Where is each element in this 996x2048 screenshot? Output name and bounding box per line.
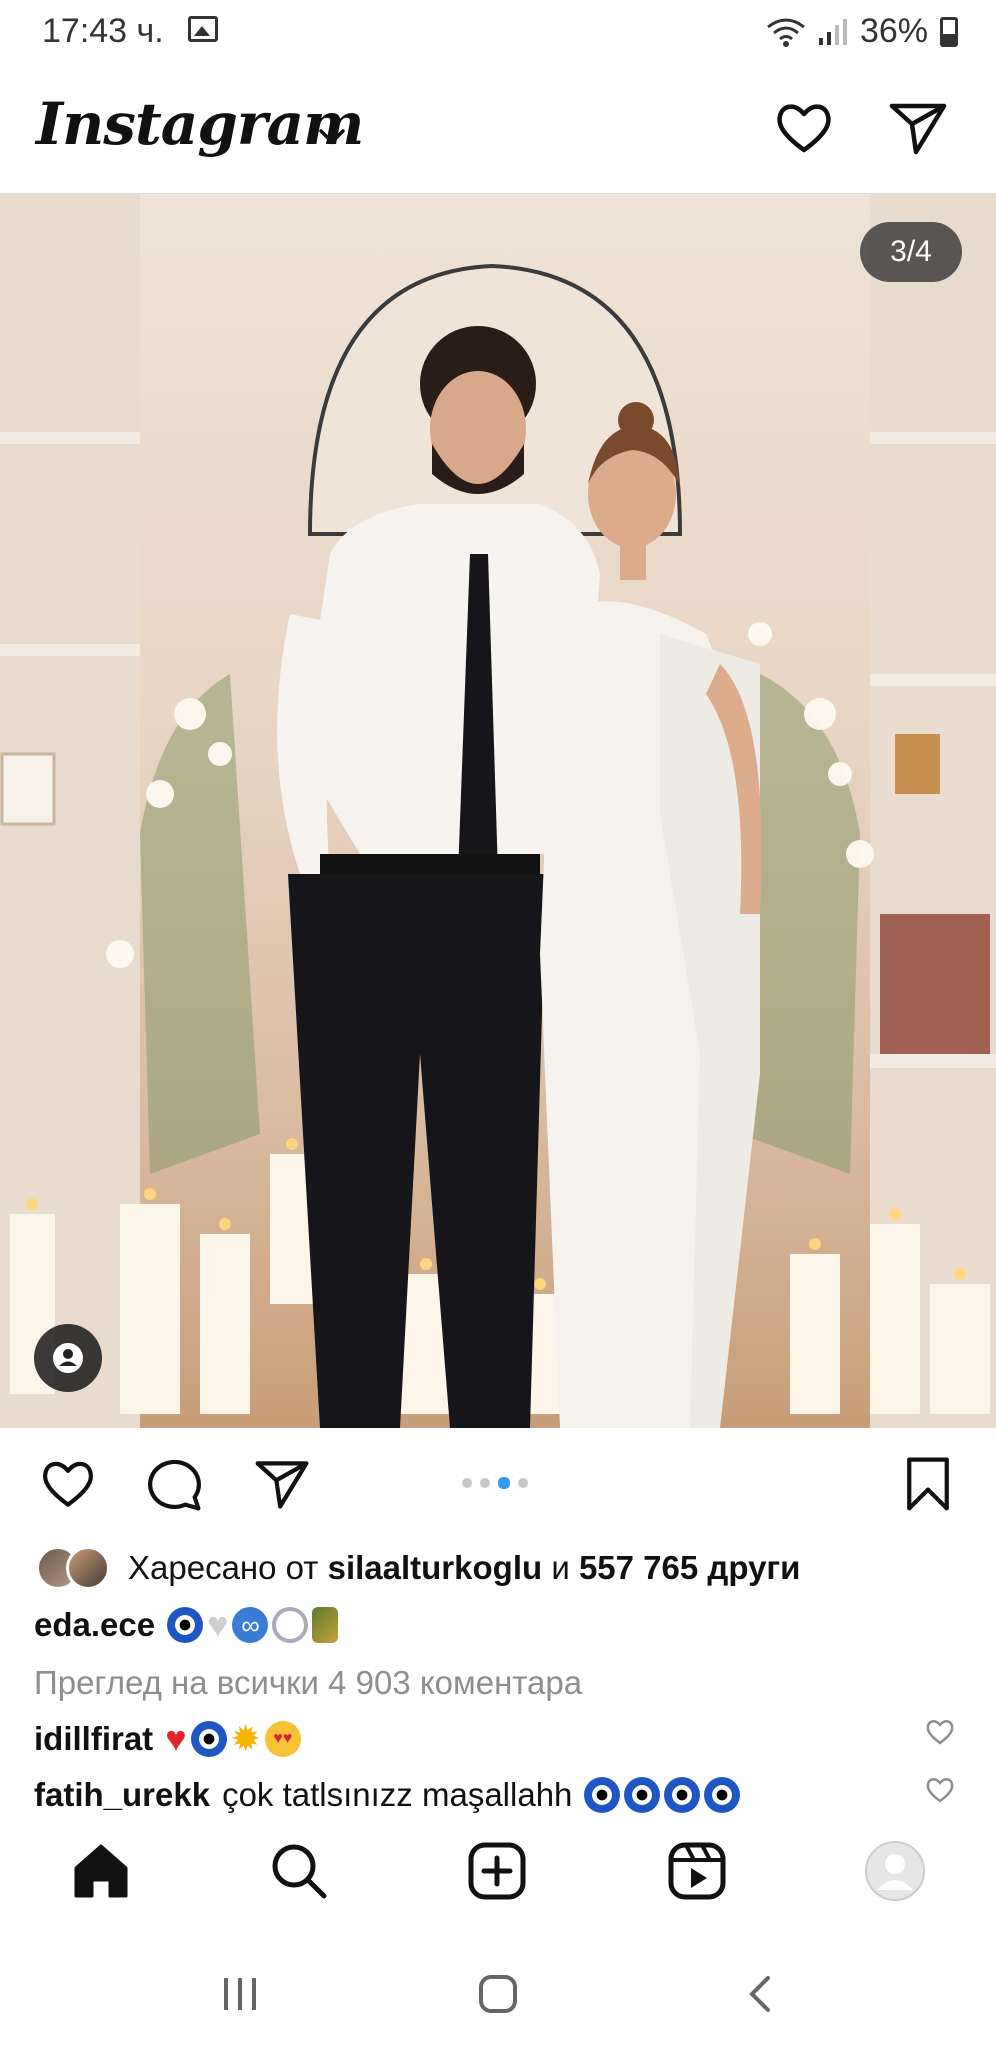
comment-emojis [584, 1777, 741, 1813]
recent-apps-icon[interactable] [220, 1976, 260, 2012]
bottom-nav [0, 1812, 996, 1932]
evil-eye-emoji [624, 1777, 661, 1813]
likes-text: Харесано от silaalturkoglu и 557 765 дру… [128, 1549, 800, 1587]
post-photo[interactable]: 3/4 [0, 194, 996, 1428]
comment-like-icon[interactable] [924, 1716, 956, 1748]
likes-count[interactable]: 557 765 други [579, 1549, 801, 1586]
image-icon [188, 16, 218, 42]
evil-eye-emoji [584, 1777, 621, 1813]
instagram-logo[interactable]: Instagram [36, 90, 364, 158]
wifi-icon [767, 18, 805, 47]
heart-eyes-emoji: ♥♥ [264, 1721, 301, 1757]
comment-user[interactable]: fatih_urekk [34, 1776, 210, 1814]
signal-icon [818, 18, 847, 45]
evil-eye-emoji [167, 1607, 204, 1643]
likes-prefix: Харесано от [128, 1549, 328, 1586]
like-icon[interactable] [38, 1454, 98, 1514]
caption-emojis: ♥ ∞ [167, 1604, 339, 1646]
share-icon[interactable] [252, 1454, 312, 1514]
champagne-emoji [312, 1607, 339, 1643]
carousel-dot [518, 1478, 528, 1488]
comment-emojis: ♥ ✹ ♥♥ [165, 1718, 301, 1760]
comment-icon[interactable] [144, 1454, 204, 1514]
system-nav-bar [0, 1932, 996, 2048]
status-bar: 17:43 ч. 36% [0, 0, 996, 62]
red-heart-emoji: ♥ [165, 1718, 187, 1759]
battery-percent: 36% [859, 12, 928, 50]
bookmark-icon[interactable] [898, 1454, 958, 1514]
white-heart-emoji: ♥ [207, 1604, 229, 1645]
sparkle-emoji: ✹ [230, 1718, 261, 1759]
profile-icon[interactable] [864, 1840, 926, 1902]
evil-eye-emoji [704, 1777, 741, 1813]
ring-emoji [272, 1607, 309, 1643]
comment-text: çok tatlsınızz maşallahh [222, 1776, 573, 1813]
create-icon[interactable] [466, 1840, 528, 1902]
caption: eda.ece ♥ ∞ [34, 1604, 339, 1646]
infinity-emoji: ∞ [232, 1607, 269, 1643]
user-tag-icon[interactable] [34, 1324, 102, 1392]
view-all-comments[interactable]: Преглед на всички 4 903 коментара [34, 1664, 582, 1702]
carousel-dot [480, 1478, 490, 1488]
likes-row[interactable]: Харесано от silaalturkoglu и 557 765 дру… [36, 1538, 800, 1598]
reels-icon[interactable] [666, 1840, 728, 1902]
comment-user[interactable]: idillfirat [34, 1720, 153, 1758]
comment-row: fatih_urekk çok tatlsınızz maşallahh [34, 1776, 741, 1814]
back-icon[interactable] [744, 1974, 774, 2014]
carousel-dots [462, 1477, 528, 1489]
likes-user[interactable]: silaalturkoglu [328, 1549, 543, 1586]
caption-author[interactable]: eda.ece [34, 1606, 155, 1644]
heart-icon[interactable] [772, 96, 836, 160]
home-button-icon[interactable] [478, 1974, 518, 2014]
search-icon[interactable] [268, 1840, 330, 1902]
app-header: Instagram [0, 62, 996, 194]
likes-and: и [542, 1549, 579, 1586]
carousel-counter: 3/4 [860, 222, 962, 282]
chevron-down-icon[interactable] [318, 120, 346, 154]
status-right: 36% [766, 12, 958, 51]
evil-eye-emoji [190, 1721, 227, 1757]
battery-icon [940, 16, 958, 47]
status-time: 17:43 ч. [42, 12, 164, 50]
comment-like-icon[interactable] [924, 1774, 956, 1806]
post-photo-illustration [0, 194, 996, 1428]
carousel-dot-active [498, 1477, 510, 1489]
evil-eye-emoji [664, 1777, 701, 1813]
send-icon[interactable] [886, 96, 950, 160]
liker-avatar [66, 1546, 110, 1590]
home-icon[interactable] [70, 1840, 132, 1902]
post-actions [0, 1428, 996, 1540]
comment-row: idillfirat ♥ ✹ ♥♥ [34, 1718, 301, 1760]
carousel-dot [462, 1478, 472, 1488]
